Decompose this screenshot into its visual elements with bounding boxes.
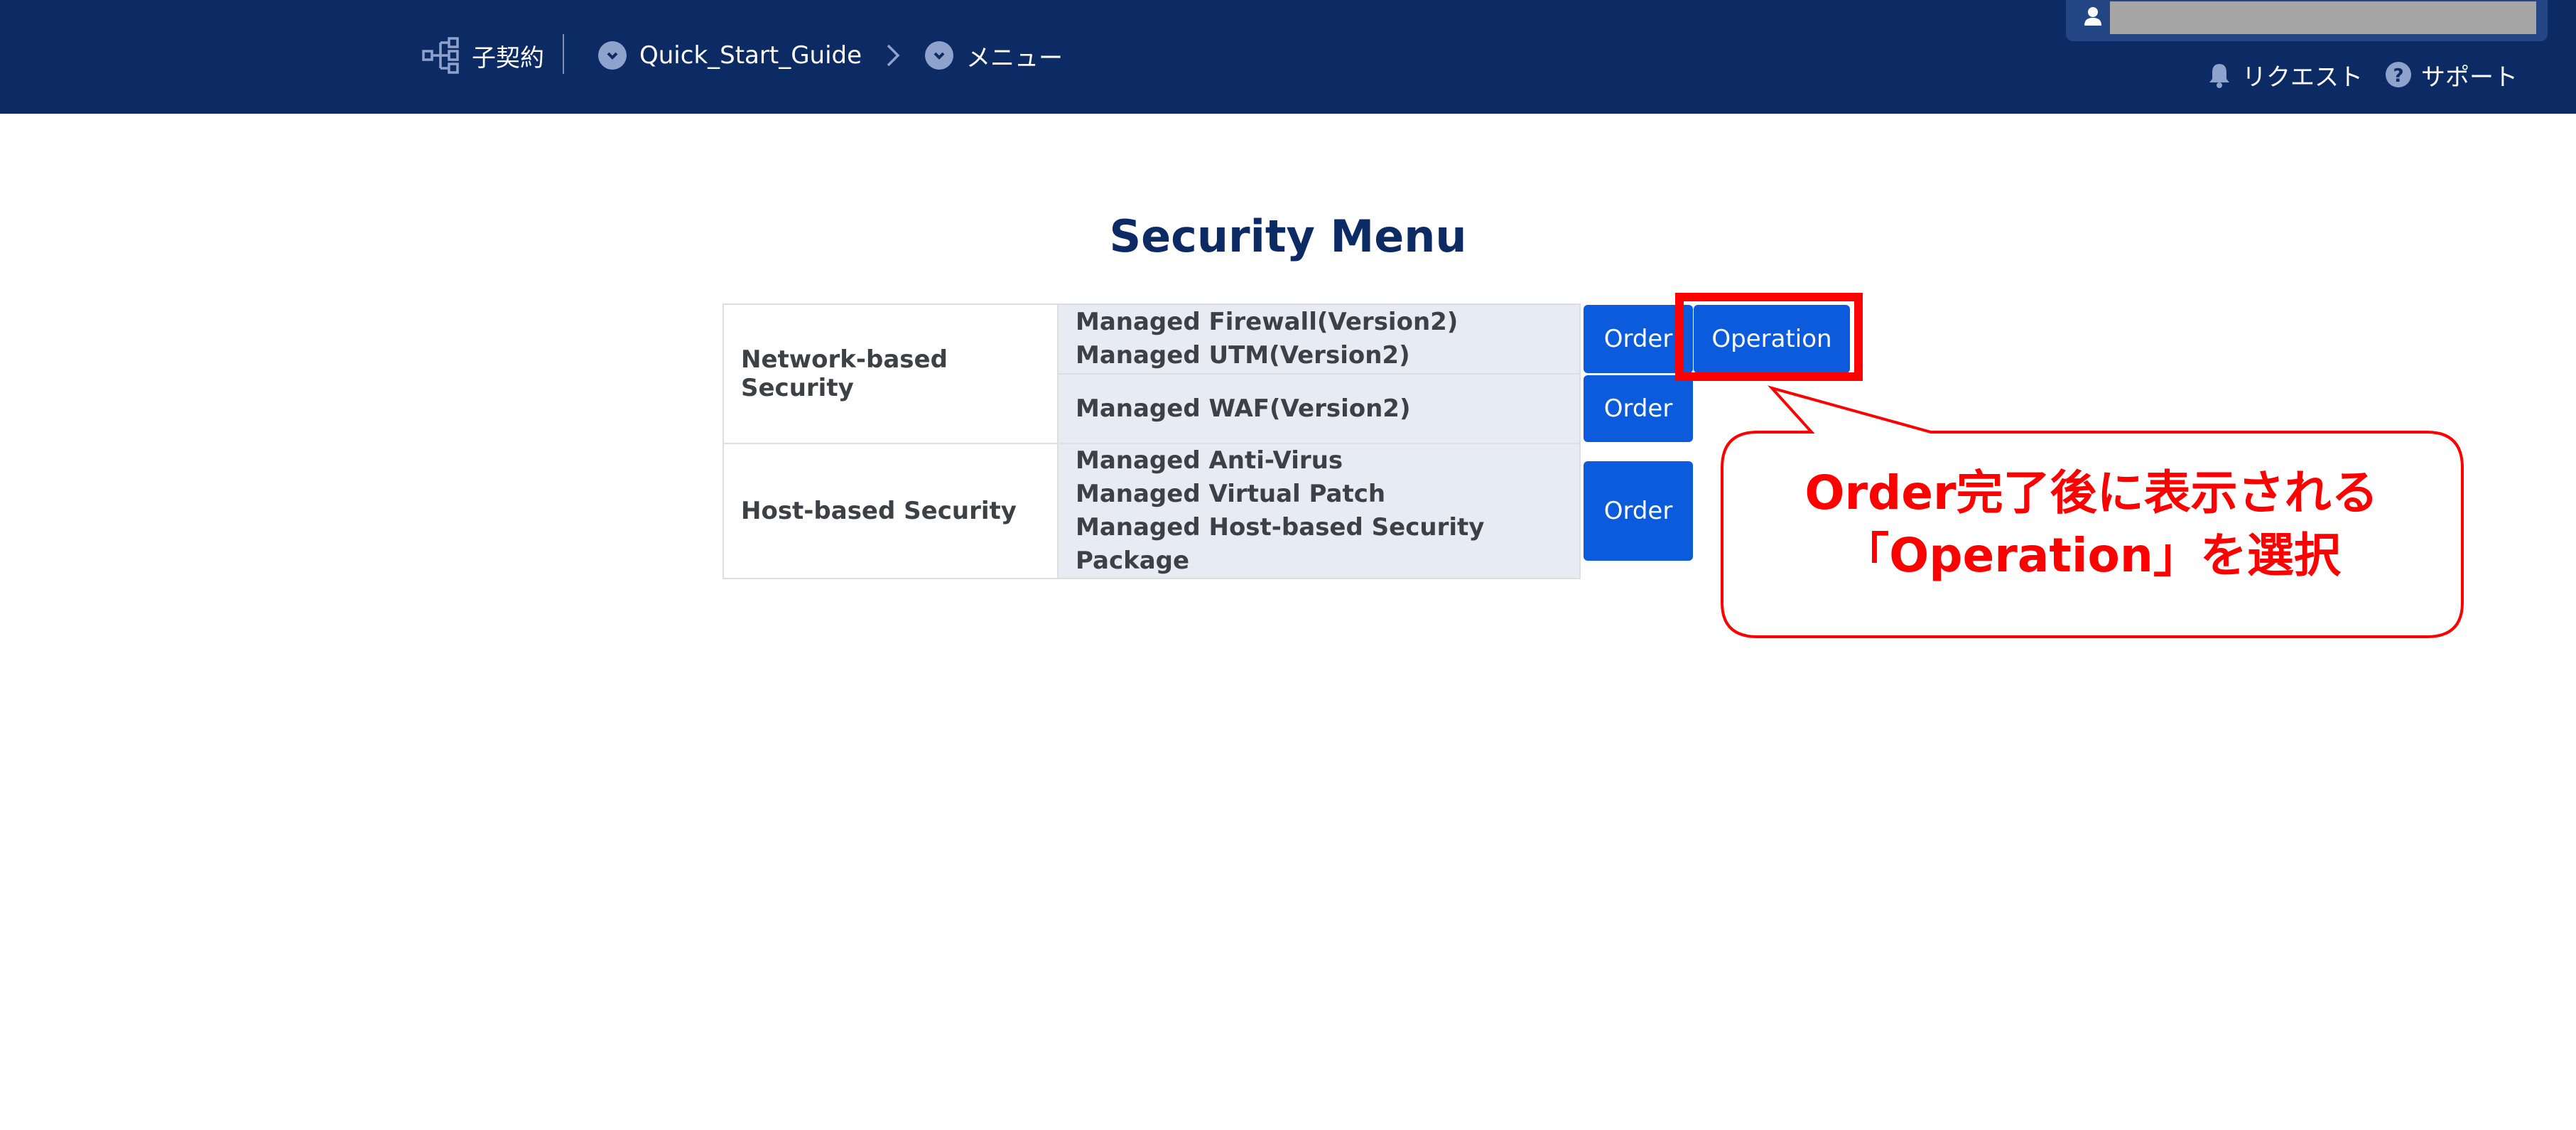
top-navigation-bar: 子契約 Quick_Start_Guide メニュー リクエスト ? サポート: [0, 0, 2576, 114]
help-icon: ?: [2386, 62, 2411, 87]
highlight-box: [1675, 293, 1863, 381]
user-icon: [2084, 7, 2101, 26]
breadcrumb-contract-label: 子契約: [472, 43, 544, 72]
request-label: リクエスト: [2242, 63, 2363, 92]
breadcrumb-divider: [563, 34, 564, 74]
user-name-field: [2110, 1, 2536, 34]
table-row: Network-based Security Managed Firewall(…: [723, 303, 1695, 444]
service-cell: Managed Anti-Virus Managed Virtual Patch…: [1057, 443, 1581, 579]
chevron-down-icon: [598, 41, 627, 70]
chevron-down-icon: [925, 41, 953, 70]
order-button[interactable]: Order: [1584, 375, 1693, 442]
breadcrumb-menu-label: メニュー: [966, 43, 1063, 72]
service-name: Managed Virtual Patch: [1076, 480, 1386, 508]
callout-line-2: 「Operation」を選択: [1842, 528, 2341, 583]
service-name: Managed Host-based Security Package: [1076, 513, 1485, 575]
svg-text:?: ?: [2393, 65, 2403, 87]
service-cell: Managed Firewall(Version2) Managed UTM(V…: [1057, 303, 1581, 375]
callout-text: Order完了後に表示される 「Operation」を選択: [1722, 462, 2461, 587]
category-host: Host-based Security: [723, 443, 1059, 579]
breadcrumb-guide-label: Quick_Start_Guide: [639, 41, 862, 70]
chevron-right-icon: [887, 44, 900, 67]
order-button[interactable]: Order: [1584, 461, 1693, 561]
callout-line-1: Order完了後に表示される: [1804, 466, 2379, 520]
user-account-box[interactable]: [2066, 0, 2548, 41]
service-name: Managed UTM(Version2): [1076, 341, 1410, 370]
security-menu-table: Network-based Security Managed Firewall(…: [723, 303, 1696, 579]
contract-tree-icon: [422, 37, 459, 74]
breadcrumb-menu[interactable]: メニュー: [925, 28, 1063, 82]
breadcrumb-guide[interactable]: Quick_Start_Guide: [598, 28, 862, 82]
bell-icon: [2209, 64, 2229, 88]
action-cell: Order: [1580, 443, 1695, 579]
service-name: Managed Anti-Virus: [1076, 446, 1343, 475]
action-cell: Order: [1580, 374, 1695, 443]
service-name: Managed Firewall(Version2): [1076, 308, 1459, 336]
support-label: サポート: [2421, 63, 2518, 92]
page-title: Security Menu: [1109, 210, 1467, 262]
service-cell: Managed WAF(Version2): [1057, 373, 1581, 444]
request-link[interactable]: リクエスト: [2205, 55, 2363, 94]
category-network: Network-based Security: [723, 303, 1059, 444]
table-row: Host-based Security Managed Anti-Virus M…: [723, 443, 1695, 579]
breadcrumb-contract[interactable]: 子契約: [421, 28, 544, 82]
support-link[interactable]: ? サポート: [2384, 55, 2518, 94]
service-name: Managed WAF(Version2): [1076, 394, 1411, 423]
